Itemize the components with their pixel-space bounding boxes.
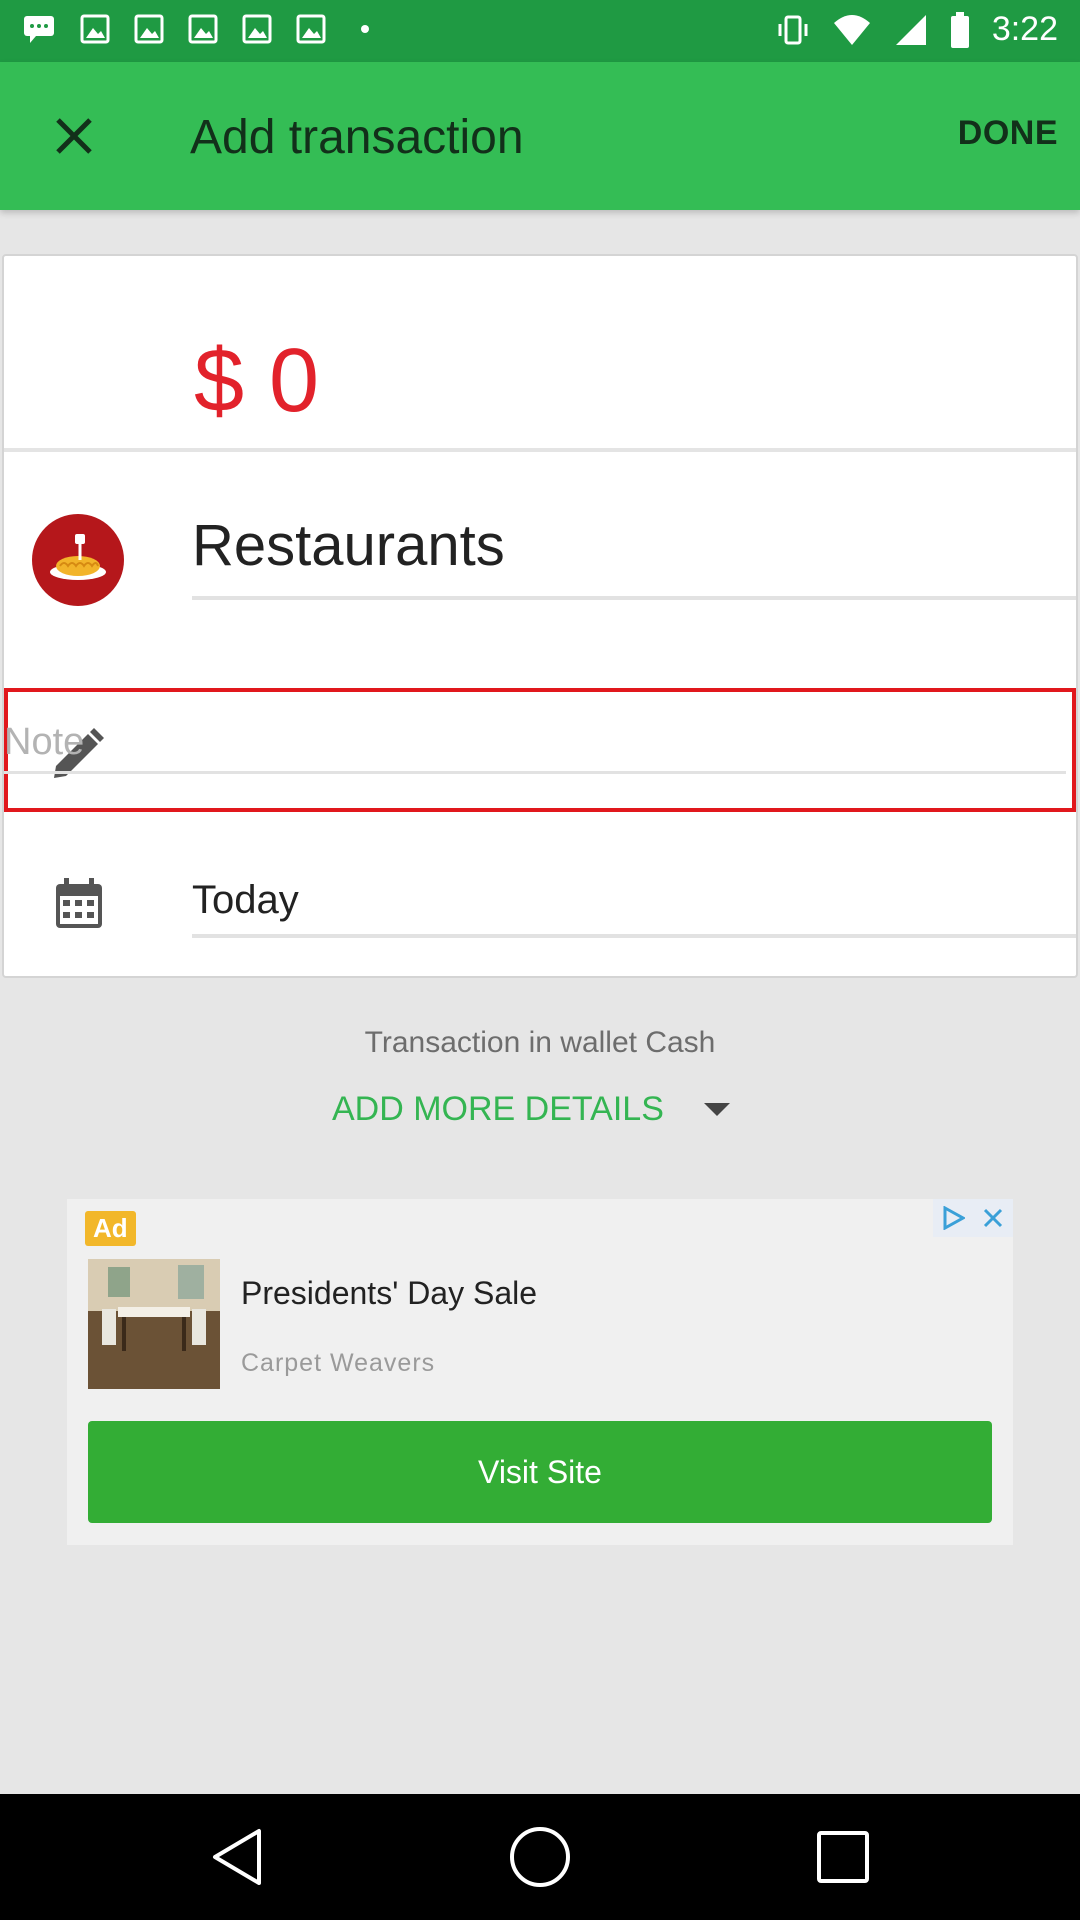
note-row bbox=[4, 688, 1076, 818]
close-icon bbox=[983, 1208, 1003, 1228]
date-row[interactable]: Today bbox=[4, 860, 1076, 960]
ad-controls bbox=[933, 1199, 1013, 1237]
more-dots-icon bbox=[361, 25, 369, 33]
chevron-down-icon bbox=[703, 1103, 730, 1116]
calendar-icon bbox=[54, 876, 104, 935]
amount-value[interactable]: $ 0 bbox=[194, 336, 319, 426]
image-icon bbox=[296, 14, 326, 44]
ad-image[interactable] bbox=[88, 1259, 220, 1389]
wallet-info: Transaction in wallet Cash bbox=[364, 1026, 716, 1059]
transaction-form-card: $ 0 Restaurants Note Today bbox=[2, 254, 1078, 978]
add-more-details-button[interactable]: ADD MORE DETAILS bbox=[332, 1090, 730, 1129]
ad-title[interactable]: Presidents' Day Sale bbox=[241, 1275, 537, 1312]
chat-icon bbox=[24, 16, 54, 43]
category-field[interactable]: Restaurants bbox=[192, 504, 1076, 600]
vibrate-icon bbox=[778, 15, 808, 44]
home-icon bbox=[510, 1827, 570, 1887]
ad-badge: Ad bbox=[85, 1211, 136, 1246]
date-field[interactable]: Today bbox=[192, 860, 1076, 938]
wifi-icon bbox=[833, 14, 870, 45]
navigation-bar bbox=[0, 1794, 1080, 1920]
ad-banner[interactable]: Ad Presidents' Day Sale Carpet Weavers V… bbox=[67, 1199, 1013, 1545]
home-button[interactable] bbox=[507, 1824, 573, 1890]
status-bar: 3:22 bbox=[0, 0, 1080, 62]
ad-close-button[interactable] bbox=[973, 1199, 1013, 1237]
app-bar: Add transaction DONE bbox=[0, 62, 1080, 210]
amount-row[interactable]: $ 0 bbox=[4, 256, 1076, 452]
image-icon bbox=[188, 14, 218, 44]
battery-icon bbox=[950, 11, 969, 48]
system-icons: 3:22 bbox=[776, 10, 1058, 49]
image-icon bbox=[80, 14, 110, 44]
image-icon bbox=[134, 14, 164, 44]
status-time: 3:22 bbox=[991, 10, 1058, 48]
restaurant-icon bbox=[32, 514, 124, 606]
recents-button[interactable] bbox=[810, 1824, 876, 1890]
notification-icons bbox=[22, 14, 380, 44]
adchoices-button[interactable] bbox=[933, 1199, 973, 1237]
image-icon bbox=[242, 14, 272, 44]
page-title: Add transaction bbox=[190, 111, 524, 164]
note-input[interactable] bbox=[4, 714, 1066, 774]
category-row[interactable]: Restaurants bbox=[4, 513, 1076, 634]
ad-advertiser: Carpet Weavers bbox=[241, 1349, 436, 1377]
add-more-details-label: ADD MORE DETAILS bbox=[332, 1090, 664, 1128]
note-field-highlight bbox=[4, 688, 1076, 812]
back-icon bbox=[213, 1829, 261, 1885]
signal-icon bbox=[895, 14, 926, 45]
close-icon bbox=[56, 118, 92, 154]
close-button[interactable] bbox=[38, 100, 110, 172]
done-button[interactable]: DONE bbox=[958, 114, 1058, 153]
recents-icon bbox=[817, 1831, 869, 1883]
adchoices-icon bbox=[943, 1206, 965, 1230]
back-button[interactable] bbox=[204, 1824, 270, 1890]
visit-site-button[interactable]: Visit Site bbox=[88, 1421, 992, 1523]
